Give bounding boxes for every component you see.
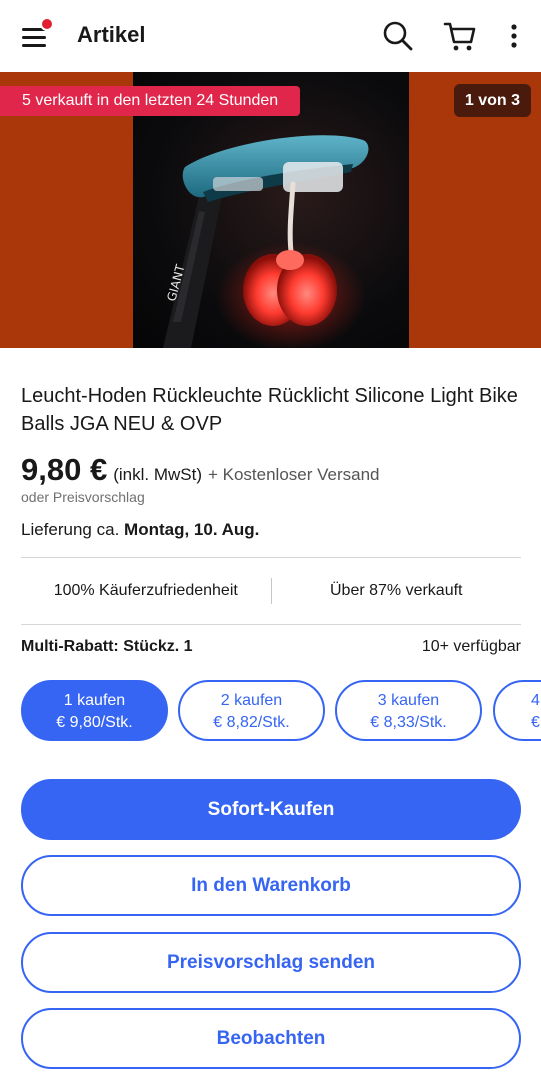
app-header: Artikel [0,0,541,72]
make-offer-button[interactable]: Preisvorschlag senden [21,932,521,993]
more-vertical-icon[interactable] [496,18,532,54]
buyer-satisfaction: 100% Käuferzufriedenheit [53,582,238,599]
qty-price: € 8,82/Stk. [213,714,290,731]
delivery-label: Lieferung ca. [21,520,120,539]
shipping-info: + Kostenloser Versand [207,465,380,484]
multi-discount-row: Multi-Rabatt: Stückz. 1 10+ verfügbar [21,638,521,656]
divider [21,624,521,625]
best-offer-note: oder Preisvorschlag [21,489,145,505]
qty-option-2[interactable]: 2 kaufen € 8,82/Stk. [178,680,325,741]
buy-now-button[interactable]: Sofort-Kaufen [21,779,521,840]
sold-percentage: Über 87% verkauft [329,582,463,599]
search-icon[interactable] [380,18,416,54]
qty-price: € 9,80/Stk. [56,714,133,731]
qty-option-3[interactable]: 3 kaufen € 8,33/Stk. [335,680,482,741]
qty-label: 2 kaufen [220,692,283,709]
notification-dot [40,17,54,31]
qty-option-4[interactable]: 4 € 7 [493,680,541,741]
sold-count-badge: 5 verkauft in den letzten 24 Stunden [0,86,301,116]
image-counter-badge: 1 von 3 [453,84,531,117]
seller-stats: 100% Käuferzufriedenheit Über 87% verkau… [21,566,521,616]
product-image-gallery[interactable]: GIANT 5 verkauft in den letzten 24 Stund… [0,72,541,348]
menu-icon[interactable] [20,17,54,52]
qty-price: € 8,33/Stk. [370,714,447,731]
vat-note: (inkl. MwSt) [113,465,202,484]
page-title: Artikel [77,22,146,47]
price-row: 9,80 € (inkl. MwSt) + Kostenloser Versan… [21,452,380,488]
delivery-date: Montag, 10. Aug. [124,520,260,539]
listing-title: Leucht-Hoden Rückleuchte Rücklicht Silic… [21,385,518,435]
qty-option-1[interactable]: 1 kaufen € 9,80/Stk. [21,680,168,741]
qty-label: 3 kaufen [377,692,440,709]
availability: 10+ verfügbar [421,638,521,655]
cart-icon[interactable] [442,18,478,54]
qty-label: 4 [531,692,540,709]
qty-label: 1 kaufen [63,692,126,709]
watch-button[interactable]: Beobachten [21,1008,521,1069]
price: 9,80 € [21,452,108,487]
multi-discount-label: Multi-Rabatt: Stückz. 1 [21,638,193,655]
quantity-options: 1 kaufen € 9,80/Stk. 2 kaufen € 8,82/Stk… [21,680,541,741]
add-to-cart-button[interactable]: In den Warenkorb [21,855,521,916]
qty-price: € 7 [531,714,541,731]
divider [21,557,521,558]
delivery-info: Lieferung ca. Montag, 10. Aug. [21,520,259,540]
